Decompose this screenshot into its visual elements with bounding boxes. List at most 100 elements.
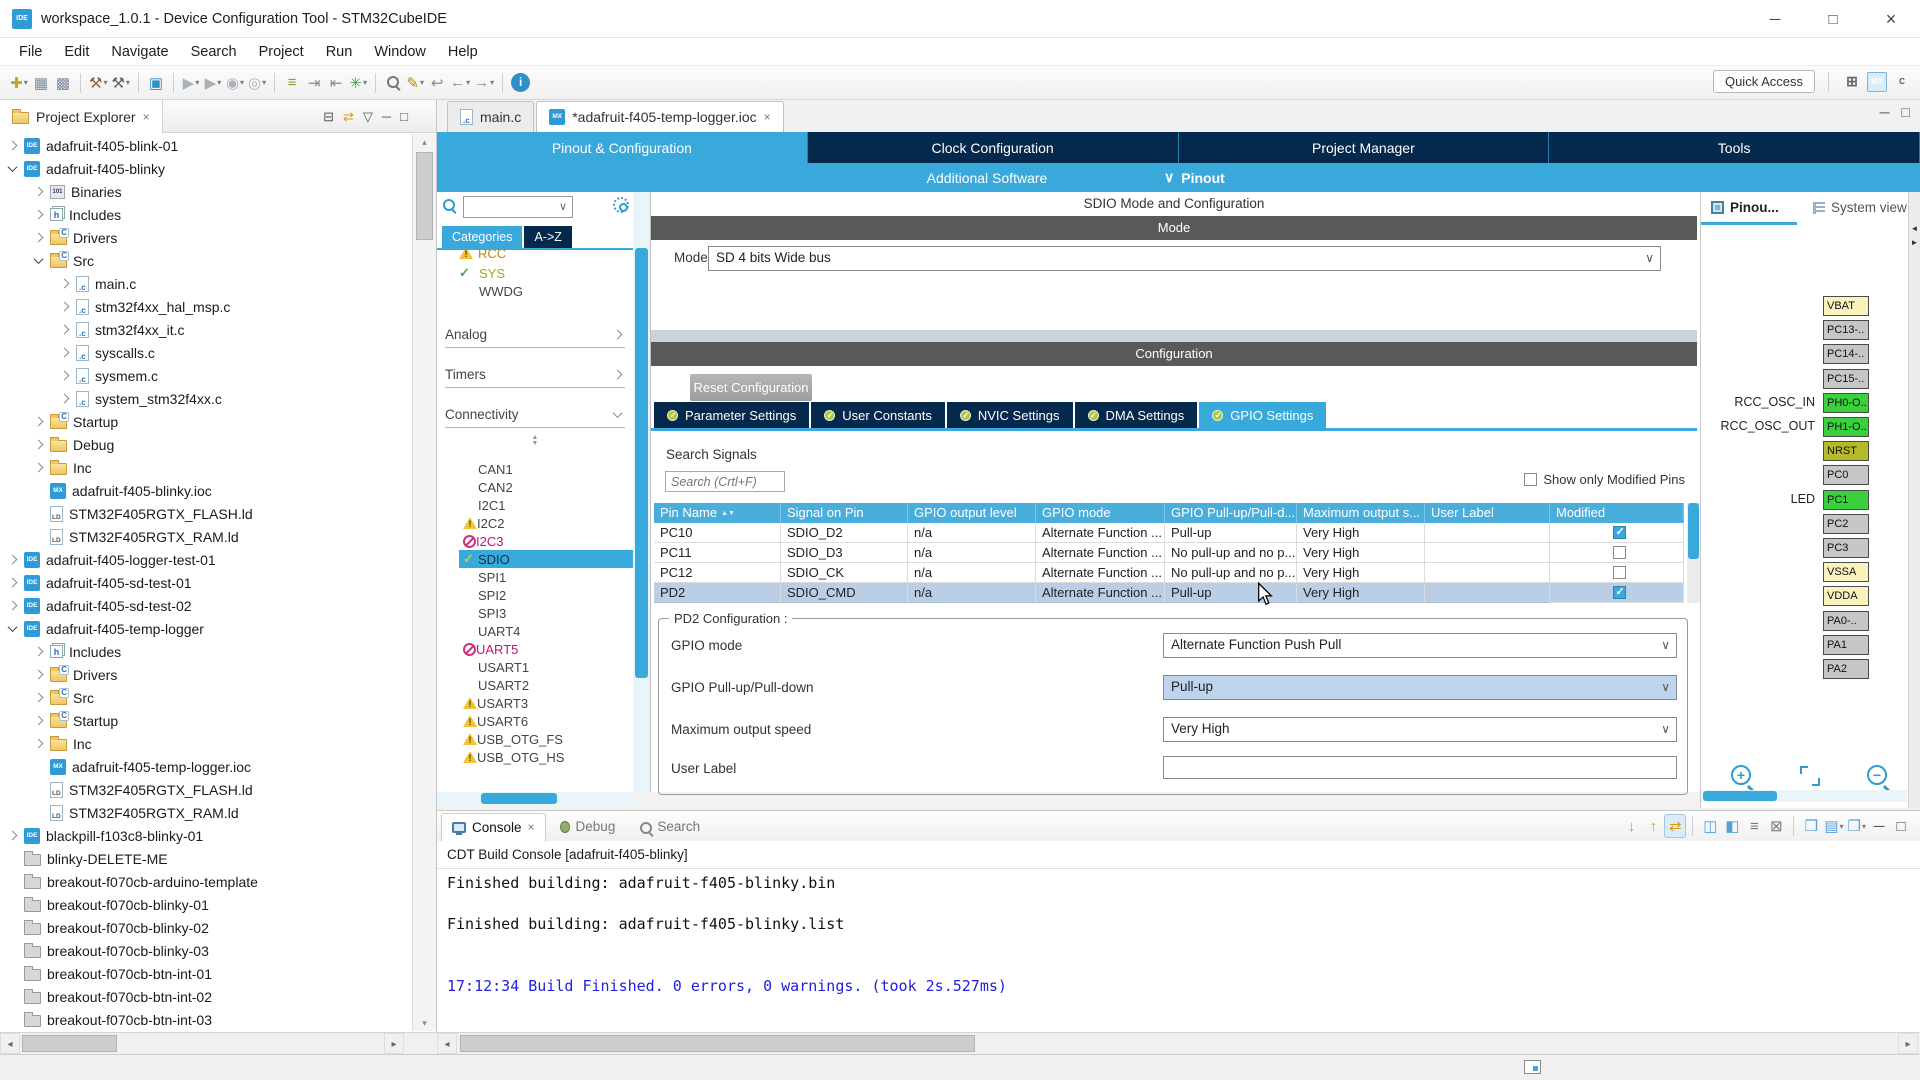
scroll-down-icon[interactable]: ▾ (413, 1015, 436, 1031)
settings-gear-icon[interactable] (613, 197, 629, 213)
chevron-down-icon[interactable] (8, 622, 18, 632)
new-wizard-icon[interactable]: ✚▾ (8, 71, 30, 95)
chevron-right-icon[interactable] (34, 417, 44, 427)
table-scrollbar[interactable] (1687, 503, 1700, 603)
tab-categories[interactable]: Categories (442, 226, 522, 248)
modified-checkbox[interactable] (1613, 526, 1626, 539)
minimize-view-icon[interactable]: ─ (382, 109, 391, 124)
tab-user-constants[interactable]: User Constants (811, 402, 945, 428)
console-output[interactable]: Finished building: adafruit-f405-blinky.… (447, 873, 1900, 1028)
menu-navigate[interactable]: Navigate (100, 40, 179, 64)
tree-item[interactable]: hIncludes (0, 640, 412, 663)
peripheral-item-sdio[interactable]: ✓SDIO (459, 550, 633, 568)
tree-item[interactable]: Drivers (0, 226, 412, 249)
peripheral-item-usart1[interactable]: USART1 (459, 658, 633, 676)
field-select[interactable]: Alternate Function Push Pull∨ (1163, 633, 1677, 658)
section-analog[interactable]: Analog (445, 322, 625, 348)
quick-access-button[interactable]: Quick Access (1713, 70, 1815, 93)
minimize-window-button[interactable]: ─ (1746, 0, 1804, 38)
tree-item[interactable]: IDEadafruit-f405-logger-test-01 (0, 548, 412, 571)
category-item-wwdg[interactable]: WWDG (459, 282, 631, 300)
chevron-right-icon[interactable] (8, 578, 18, 588)
tree-item[interactable]: IDEadafruit-f405-temp-logger (0, 617, 412, 640)
pin-nrst[interactable]: NRST (1823, 441, 1869, 461)
peripheral-item-i2c1[interactable]: I2C1 (459, 496, 633, 514)
peripheral-item-usb_otg_hs[interactable]: USB_OTG_HS (459, 748, 633, 766)
chevron-right-icon[interactable] (8, 601, 18, 611)
table-row[interactable]: PC12SDIO_CKn/aAlternate Function ...No p… (654, 563, 1684, 583)
tree-item[interactable]: IDEblackpill-f103c8-blinky-01 (0, 824, 412, 847)
section-timers[interactable]: Timers (445, 362, 625, 388)
link-with-editor-icon[interactable]: ⇄ (343, 109, 354, 125)
tree-item[interactable]: IDEadafruit-f405-sd-test-02 (0, 594, 412, 617)
pin-console-icon[interactable]: ⇄ (1664, 814, 1686, 838)
tree-item[interactable]: IDEadafruit-f405-blink-01 (0, 134, 412, 157)
console-tab-search[interactable]: Search (629, 812, 710, 841)
chevron-right-icon[interactable] (34, 210, 44, 220)
tree-item[interactable]: Startup (0, 709, 412, 732)
profile-icon[interactable]: ◉▾ (224, 71, 246, 95)
zoom-out-icon[interactable]: − (1867, 765, 1887, 785)
peripherals-scrollbar[interactable] (633, 192, 650, 792)
tree-item[interactable]: sysmem.c (0, 364, 412, 387)
chevron-right-icon[interactable] (34, 233, 44, 243)
editor-tab-main-c[interactable]: main.c (447, 101, 534, 132)
tree-item[interactable]: breakout-f070cb-btn-int-03 (0, 1008, 412, 1031)
chevron-right-icon[interactable] (60, 348, 70, 358)
peripheral-item-spi1[interactable]: SPI1 (459, 568, 633, 586)
view-menu-icon[interactable]: ▽ (363, 109, 373, 125)
peripheral-item-usb_otg_fs[interactable]: USB_OTG_FS (459, 730, 633, 748)
peripheral-item-uart5[interactable]: UART5 (459, 640, 633, 658)
tree-item[interactable]: Src (0, 686, 412, 709)
tab-pinout-view[interactable]: Pinou... (1711, 192, 1779, 223)
chevron-down-icon[interactable] (8, 162, 18, 172)
section-connectivity[interactable]: Connectivity (445, 402, 625, 428)
show-modified-checkbox[interactable] (1524, 473, 1537, 486)
scroll-spinner-icon[interactable]: ▲▼ (532, 435, 539, 447)
peripheral-item-can2[interactable]: CAN2 (459, 478, 633, 496)
project-explorer-tab[interactable]: Project Explorer × (0, 100, 163, 133)
pin-vssa[interactable]: VSSA (1823, 562, 1869, 582)
tree-item[interactable]: IDEadafruit-f405-blinky (0, 157, 412, 180)
chevron-right-icon[interactable] (60, 302, 70, 312)
reset-configuration-button[interactable]: Reset Configuration (690, 374, 812, 401)
external-tools-icon[interactable]: ◎▾ (246, 71, 268, 95)
tree-item[interactable]: Inc (0, 456, 412, 479)
debug-icon[interactable]: ▶▾ (180, 71, 202, 95)
scrollbar-thumb[interactable] (1703, 791, 1777, 801)
maximize-window-button[interactable]: □ (1804, 0, 1862, 38)
tab-clock-configuration[interactable]: Clock Configuration (808, 132, 1179, 163)
notifications-icon[interactable] (1524, 1060, 1541, 1074)
search-icon[interactable] (382, 71, 404, 95)
minimize-editor-icon[interactable]: ─ (1880, 104, 1890, 120)
tree-item[interactable]: breakout-f070cb-arduino-template (0, 870, 412, 893)
minimize-view-icon[interactable]: ─ (1868, 814, 1890, 838)
column-header[interactable]: User Label (1425, 503, 1550, 523)
peripherals-hscrollbar[interactable] (437, 792, 633, 805)
forward-icon[interactable]: →▾ (472, 71, 496, 95)
pin-pc0[interactable]: PC0 (1823, 465, 1869, 485)
close-tab-icon[interactable]: × (764, 110, 771, 124)
tree-item[interactable]: STM32F405RGTX_RAM.ld (0, 801, 412, 824)
chevron-right-icon[interactable] (34, 716, 44, 726)
tree-item[interactable]: Src (0, 249, 412, 272)
column-header[interactable]: Pin Name▲▼ (654, 503, 781, 523)
chevron-right-icon[interactable] (34, 647, 44, 657)
scrollbar-thumb[interactable] (460, 1035, 975, 1052)
sort-icon[interactable]: ▲▼ (721, 510, 735, 517)
tab-parameter-settings[interactable]: Parameter Settings (654, 402, 809, 428)
tree-item[interactable]: syscalls.c (0, 341, 412, 364)
additional-software-button[interactable]: Additional Software (877, 163, 1097, 192)
chevron-right-icon[interactable] (34, 693, 44, 703)
close-window-button[interactable]: × (1862, 0, 1920, 38)
save-all-icon[interactable]: ▩ (52, 71, 74, 95)
table-row[interactable]: PD2SDIO_CMDn/aAlternate Function ...Pull… (654, 583, 1684, 603)
tab-gpio-settings[interactable]: GPIO Settings (1199, 402, 1326, 428)
tab-pinout-configuration[interactable]: Pinout & Configuration (437, 132, 808, 163)
word-wrap-icon[interactable]: ≡ (1743, 814, 1765, 838)
menu-edit[interactable]: Edit (53, 40, 100, 64)
fit-view-icon[interactable] (1800, 766, 1820, 786)
tab-project-manager[interactable]: Project Manager (1179, 132, 1550, 163)
console-tab-debug[interactable]: Debug (550, 812, 626, 841)
open-element-icon[interactable]: ✎▾ (404, 71, 426, 95)
